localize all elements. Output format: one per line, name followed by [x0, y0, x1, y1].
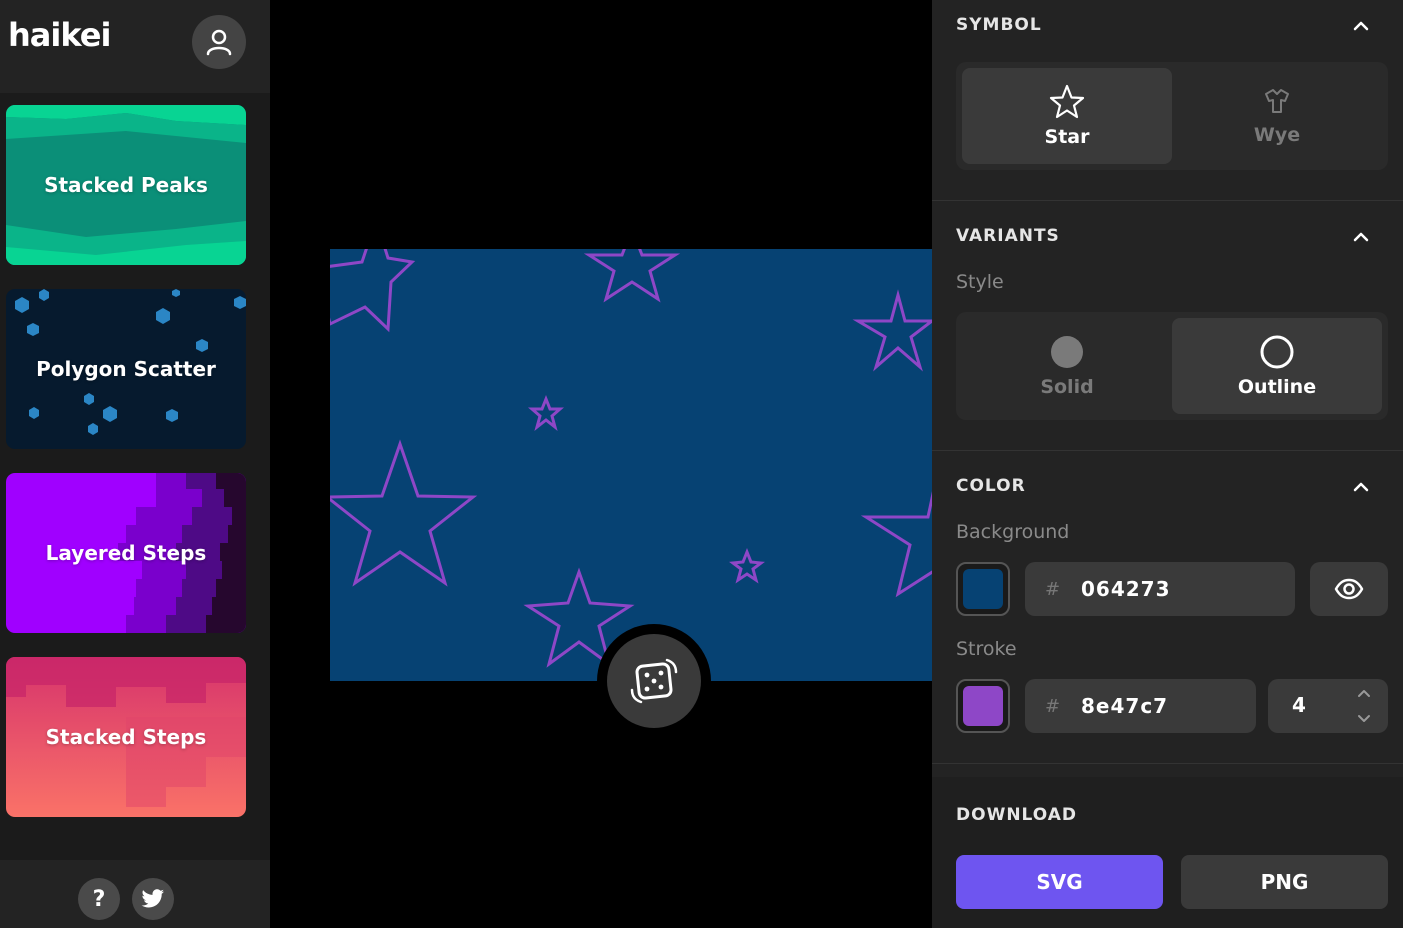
stroke-hex-value: 8e47c7 [1081, 694, 1169, 718]
help-icon: ? [92, 886, 106, 912]
symbol-option-wye[interactable]: Wye [1172, 68, 1382, 164]
sidebar-item-label: Stacked Steps [45, 725, 207, 749]
section-divider [932, 763, 1403, 764]
option-label: Outline [1237, 376, 1317, 398]
sidebar: haikei Stacked Peaks Polygon Scatter Lay… [0, 0, 270, 928]
section-title-color: COLOR [956, 476, 1026, 496]
sidebar-item-label: Polygon Scatter [36, 357, 216, 381]
style-option-outline[interactable]: Outline [1172, 318, 1382, 414]
star-shape [330, 249, 416, 333]
chevron-up-icon[interactable] [1350, 15, 1372, 37]
account-button[interactable] [192, 15, 246, 69]
section-divider [932, 200, 1403, 201]
stroke-width-value: 4 [1292, 693, 1306, 717]
option-label: Solid [1040, 376, 1094, 398]
sidebar-item-stacked-peaks[interactable]: Stacked Peaks [6, 105, 246, 265]
chevron-up-icon[interactable] [1350, 476, 1372, 498]
star-shape [852, 289, 932, 372]
background-hex-value: 064273 [1081, 577, 1171, 601]
stroke-color-preview [963, 686, 1003, 726]
sidebar-item-layered-steps[interactable]: Layered Steps [6, 473, 246, 633]
dice-icon [630, 658, 678, 704]
symbol-selector: Star Wye [956, 62, 1388, 170]
stroke-width-stepper[interactable]: 4 [1268, 679, 1388, 733]
twitter-icon [141, 889, 164, 908]
help-button[interactable]: ? [78, 878, 120, 920]
section-divider [932, 450, 1403, 451]
outline-circle-icon [1260, 335, 1294, 369]
section-title-variants: VARIANTS [956, 226, 1060, 246]
stroke-label: Stroke [956, 638, 1017, 660]
stepper-arrows-icon[interactable] [1356, 687, 1372, 725]
section-title-download: DOWNLOAD [956, 805, 1078, 825]
star-pattern [330, 249, 932, 668]
eye-icon [1334, 578, 1364, 600]
user-icon [206, 29, 232, 56]
wye-icon [1265, 89, 1289, 113]
style-label: Style [956, 271, 1004, 293]
section-title-symbol: SYMBOL [956, 15, 1042, 35]
option-label: Wye [1253, 124, 1301, 146]
hash-symbol: # [1045, 695, 1061, 717]
hash-symbol: # [1045, 578, 1061, 600]
star-shape [528, 394, 564, 431]
download-png-button[interactable]: PNG [1181, 855, 1388, 909]
randomize-button[interactable] [607, 634, 701, 728]
stroke-hex-input[interactable]: # 8e47c7 [1025, 679, 1256, 733]
solid-circle-icon [1051, 336, 1083, 368]
background-label: Background [956, 521, 1070, 543]
app-logo[interactable]: haikei [8, 16, 111, 54]
sidebar-item-label: Stacked Peaks [44, 173, 208, 197]
star-shape [583, 249, 681, 303]
sidebar-item-polygon-scatter[interactable]: Polygon Scatter [6, 289, 246, 449]
sidebar-item-label: Layered Steps [45, 541, 207, 565]
star-shape [860, 491, 932, 598]
chevron-up-icon[interactable] [1350, 226, 1372, 248]
symbol-option-star[interactable]: Star [962, 68, 1172, 164]
style-option-solid[interactable]: Solid [962, 318, 1172, 414]
canvas-preview[interactable] [330, 249, 932, 681]
settings-panel: SYMBOL Star Wye VARIANTS Style Solid Out… [932, 0, 1403, 928]
twitter-button[interactable] [132, 878, 174, 920]
sidebar-header: haikei [0, 0, 270, 93]
star-shape [729, 547, 765, 584]
sidebar-footer: ? [0, 860, 270, 928]
background-visibility-button[interactable] [1310, 562, 1388, 616]
sidebar-item-stacked-steps[interactable]: Stacked Steps [6, 657, 246, 817]
star-icon [1049, 84, 1085, 119]
download-svg-button[interactable]: SVG [956, 855, 1163, 909]
stroke-color-swatch[interactable] [956, 679, 1010, 733]
option-label: Star [1044, 126, 1090, 148]
background-color-swatch[interactable] [956, 562, 1010, 616]
background-color-preview [963, 569, 1003, 609]
star-shape [330, 439, 478, 587]
background-hex-input[interactable]: # 064273 [1025, 562, 1295, 616]
style-selector: Solid Outline [956, 312, 1388, 420]
